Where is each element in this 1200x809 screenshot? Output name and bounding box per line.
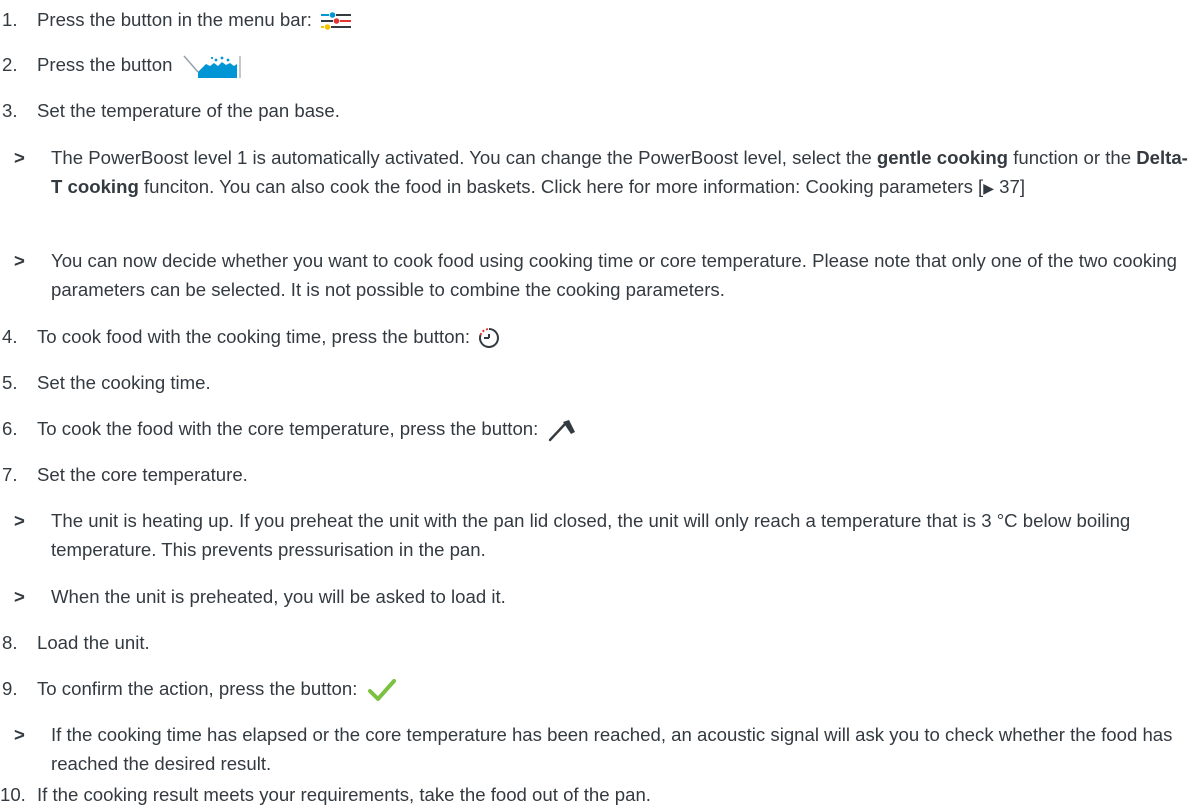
result-marker: > <box>14 586 25 607</box>
step-6: 6. To cook the food with the core temper… <box>0 414 1200 443</box>
step-number: 10. <box>0 784 26 805</box>
result-decide: > You can now decide whether you want to… <box>0 246 1200 304</box>
result-text: When the unit is preheated, you will be … <box>51 586 506 607</box>
result-preheated: > When the unit is preheated, you will b… <box>0 582 1200 611</box>
step-8: 8. Load the unit. <box>0 628 1200 657</box>
step-number: 8. <box>2 632 18 653</box>
result-text: The unit is heating up. If you preheat t… <box>51 510 1131 560</box>
step-5: 5. Set the cooking time. <box>0 368 1200 397</box>
pan-cooking-icon <box>182 55 241 79</box>
step-text: Set the cooking time. <box>37 372 211 393</box>
timer-icon <box>479 328 500 349</box>
step-text: Load the unit. <box>37 632 150 653</box>
result-marker: > <box>14 147 25 168</box>
result-powerboost: > The PowerBoost level 1 is automaticall… <box>0 143 1200 230</box>
settings-sliders-icon <box>321 12 352 30</box>
step-text: If the cooking result meets your require… <box>37 784 651 805</box>
step-4: 4. To cook food with the cooking time, p… <box>0 322 1200 351</box>
checkmark-icon <box>367 679 396 702</box>
step-number: 5. <box>2 372 18 393</box>
result-marker: > <box>14 250 25 271</box>
step-text: To confirm the action, press the button: <box>37 674 1196 703</box>
step-7: 7. Set the core temperature. <box>0 460 1200 489</box>
step-10: 10. If the cooking result meets your req… <box>0 780 1200 807</box>
instruction-page: { "steps": [ {"n": "1.", "text": "Press … <box>0 0 1200 807</box>
step-text: To cook the food with the core temperatu… <box>37 414 1196 443</box>
core-probe-icon <box>549 420 576 442</box>
step-text: Press the button in the menu bar: <box>37 5 1196 34</box>
result-marker: > <box>14 510 25 531</box>
step-number: 6. <box>2 418 18 439</box>
result-text: The PowerBoost level 1 is automatically … <box>51 147 1188 197</box>
result-acoustic-signal: > If the cooking time has elapsed or the… <box>0 720 1200 778</box>
step-text: Press the button <box>37 50 1196 79</box>
step-number: 4. <box>2 326 18 347</box>
cooking-parameters-link[interactable]: Cooking parameters [▶ 37] <box>805 176 1025 197</box>
step-1: 1. Press the button in the menu bar: <box>0 5 1200 34</box>
step-9: 9. To confirm the action, press the butt… <box>0 674 1200 703</box>
result-text: If the cooking time has elapsed or the c… <box>51 724 1173 774</box>
step-number: 9. <box>2 678 18 699</box>
page-reference-arrow-icon: ▶ <box>983 180 995 196</box>
step-number: 2. <box>2 54 18 75</box>
result-marker: > <box>14 724 25 745</box>
result-heating: > The unit is heating up. If you preheat… <box>0 506 1200 564</box>
step-text: To cook food with the cooking time, pres… <box>37 322 1196 351</box>
step-2: 2. Press the button <box>0 50 1200 79</box>
step-number: 7. <box>2 464 18 485</box>
step-number: 1. <box>2 9 18 30</box>
step-3: 3. Set the temperature of the pan base. <box>0 96 1200 125</box>
step-text: Set the temperature of the pan base. <box>37 100 340 121</box>
step-number: 3. <box>2 100 18 121</box>
result-text: You can now decide whether you want to c… <box>51 250 1177 300</box>
step-text: Set the core temperature. <box>37 464 248 485</box>
